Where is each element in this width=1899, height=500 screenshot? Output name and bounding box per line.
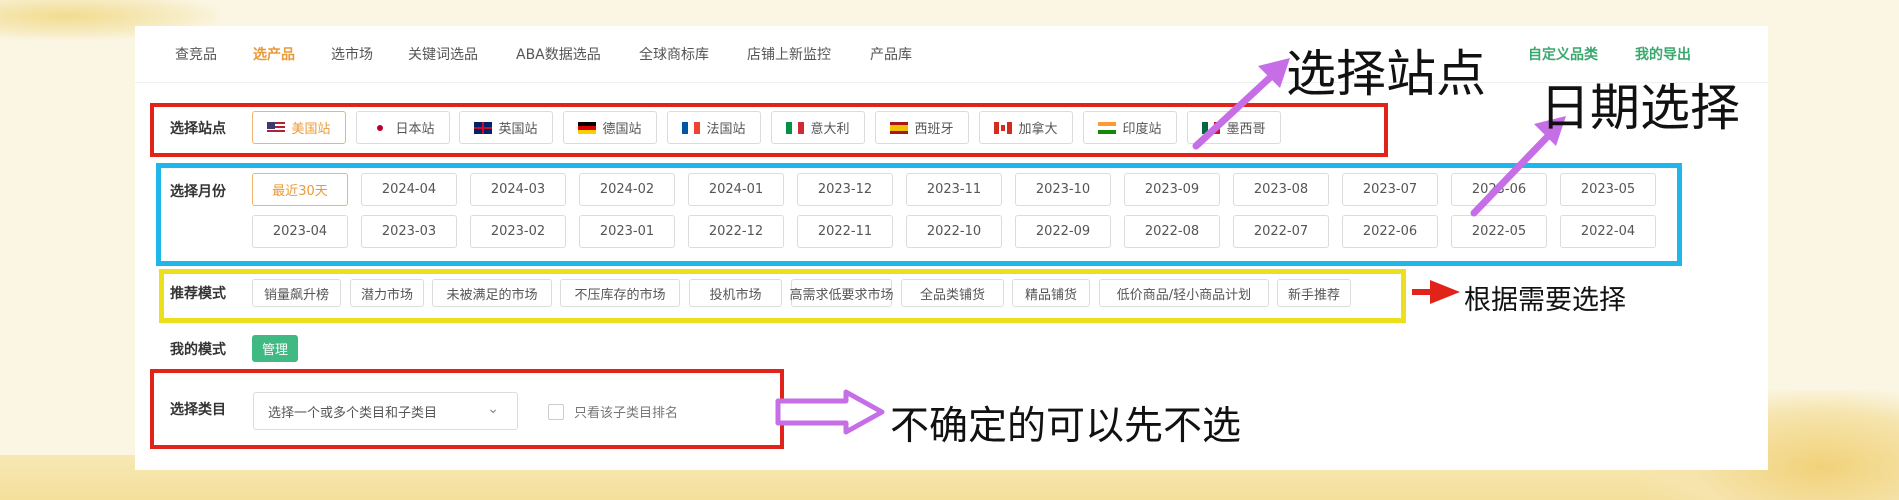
date-annotation-text: 日期选择 — [1540, 79, 1740, 137]
site-annotation-text: 选择站点 — [1286, 45, 1486, 103]
category-arrow — [775, 389, 885, 435]
site-arrow — [1192, 68, 1280, 150]
mode-annotation-text: 根据需要选择 — [1464, 285, 1626, 316]
date-arrow — [1470, 128, 1556, 217]
category-annotation-text: 不确定的可以先不选 — [890, 404, 1242, 449]
mode-arrow-head — [1430, 280, 1460, 304]
